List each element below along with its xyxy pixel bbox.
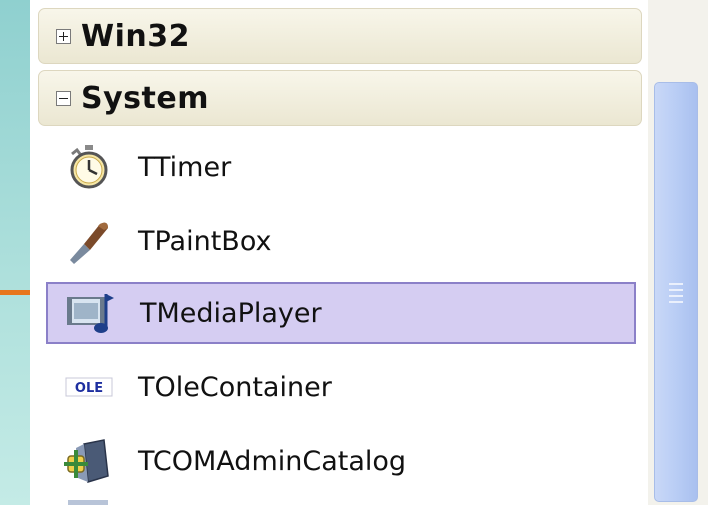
- pointer-arrow: [0, 290, 34, 295]
- next-item-icon: [68, 500, 108, 505]
- grip-line: [669, 289, 683, 291]
- palette-item-ttimer[interactable]: TTimer: [46, 136, 636, 198]
- item-label: TOleContainer: [138, 371, 332, 403]
- paintbrush-icon: [70, 222, 108, 264]
- scroll-thumb[interactable]: [654, 82, 698, 502]
- item-label: TPaintBox: [138, 225, 272, 257]
- item-label: TCOMAdminCatalog: [138, 445, 407, 477]
- category-label: Win32: [81, 18, 190, 54]
- palette-item-tolecontainer[interactable]: OLE TOleContainer: [46, 356, 636, 418]
- palette-item-tpaintbox[interactable]: TPaintBox: [46, 210, 636, 272]
- category-system[interactable]: System: [38, 70, 642, 126]
- ole-icon: OLE: [65, 377, 113, 397]
- ole-icon-text: OLE: [75, 381, 103, 396]
- palette-item-tcomadmincatalog[interactable]: TCOMAdminCatalog: [46, 430, 636, 492]
- item-label: TMediaPlayer: [140, 297, 322, 329]
- grip-line: [669, 295, 683, 297]
- collapse-minus-icon[interactable]: [56, 90, 71, 106]
- grip-line: [669, 301, 683, 303]
- grip-line: [669, 283, 683, 285]
- palette-item-tmediaplayer[interactable]: TMediaPlayer: [46, 282, 636, 344]
- category-win32[interactable]: Win32: [38, 8, 642, 64]
- stopwatch-icon: [70, 145, 108, 189]
- vertical-scrollbar[interactable]: [648, 0, 708, 505]
- media-player-icon: [67, 294, 114, 333]
- com-admin-icon: [64, 439, 109, 483]
- expand-plus-icon[interactable]: [56, 28, 71, 44]
- item-label: TTimer: [138, 151, 232, 183]
- category-label: System: [81, 80, 209, 116]
- tool-palette: Win32 System TTimer TPaintBox TMediaPlay…: [30, 0, 708, 505]
